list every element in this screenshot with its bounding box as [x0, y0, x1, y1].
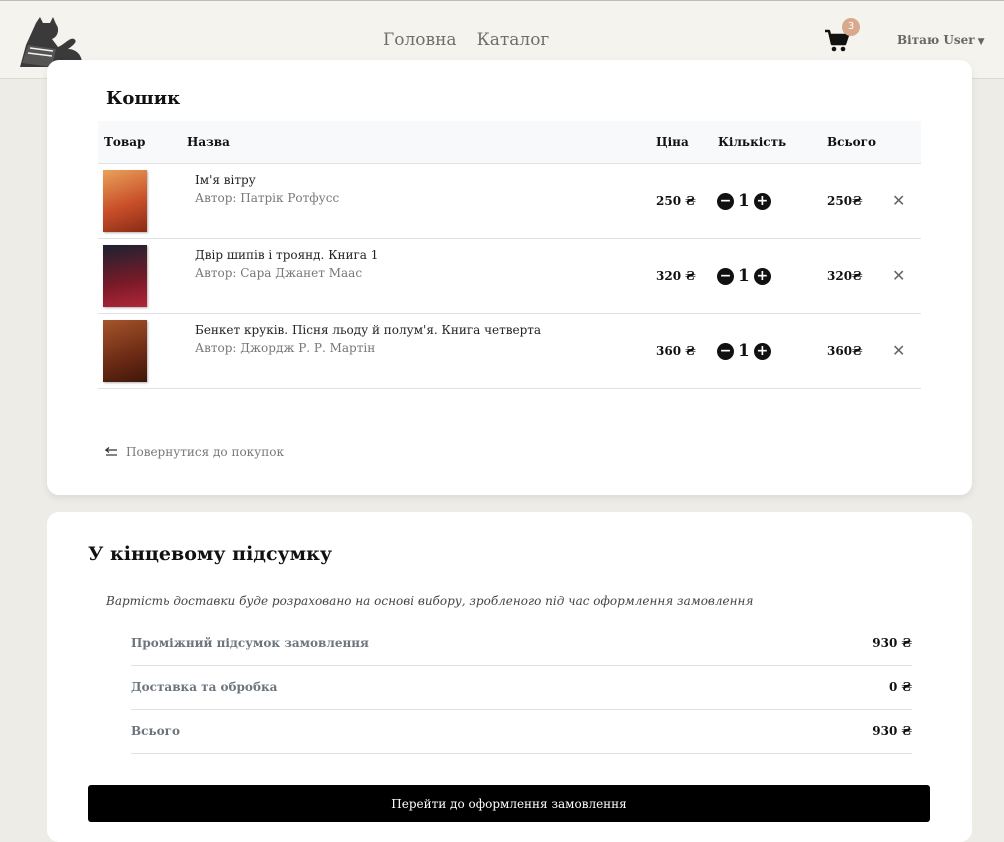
item-price: 320 ₴	[656, 269, 696, 283]
remove-item-icon[interactable]: ✕	[892, 341, 905, 360]
item-title[interactable]: Бенкет круків. Пісня льоду й полум'я. Кн…	[195, 323, 541, 337]
book-cover-image[interactable]	[103, 170, 147, 232]
back-to-shopping-label: Повернутися до покупок	[126, 445, 284, 459]
quantity-value: 1	[738, 341, 750, 361]
order-summary-card: У кінцевому підсумку Вартість доставки б…	[47, 512, 972, 842]
item-price: 360 ₴	[656, 344, 696, 358]
header-price: Ціна	[656, 135, 689, 149]
plus-circle-icon[interactable]: +	[753, 342, 771, 360]
shipping-note: Вартість доставки буде розраховано на ос…	[106, 594, 754, 608]
book-cover-image[interactable]	[103, 245, 147, 307]
cart-row: Двір шипів і троянд. Книга 1 Автор: Сара…	[98, 239, 921, 314]
item-price: 250 ₴	[656, 194, 696, 208]
header-quantity: Кількість	[718, 135, 787, 149]
cart-table-header: Товар Назва Ціна Кількість Всього	[98, 121, 921, 164]
book-cover-image[interactable]	[103, 320, 147, 382]
header-product: Товар	[104, 135, 146, 149]
item-total: 320₴	[827, 269, 863, 283]
subtotal-label: Проміжний підсумок замовлення	[131, 636, 369, 650]
user-greeting: Вітаю User	[897, 33, 975, 47]
arrow-left-icon	[105, 447, 117, 456]
nav-catalog-link[interactable]: Каталог	[477, 30, 550, 50]
nav-home-link[interactable]: Головна	[383, 30, 457, 50]
remove-item-icon[interactable]: ✕	[892, 266, 905, 285]
user-menu-toggle[interactable]: Вітаю User ▼	[897, 33, 985, 47]
back-to-shopping-link[interactable]: Повернутися до покупок	[105, 445, 284, 459]
plus-circle-icon[interactable]: +	[753, 192, 771, 210]
minus-circle-icon[interactable]: −	[717, 267, 734, 285]
item-author: Автор: Сара Джанет Маас	[195, 266, 363, 280]
minus-circle-icon[interactable]: −	[717, 192, 734, 210]
cart-row: Бенкет круків. Пісня льоду й полум'я. Кн…	[98, 314, 921, 389]
item-title[interactable]: Ім'я вітру	[195, 173, 256, 187]
quantity-stepper: − 1 +	[717, 341, 771, 361]
subtotal-value: 930 ₴	[872, 636, 912, 650]
quantity-value: 1	[738, 191, 750, 211]
summary-row-total: Всього 930 ₴	[131, 710, 912, 754]
item-title[interactable]: Двір шипів і троянд. Книга 1	[195, 248, 378, 262]
plus-circle-icon[interactable]: +	[753, 267, 771, 285]
shipping-value: 0 ₴	[888, 680, 912, 694]
checkout-button[interactable]: Перейти до оформлення замовлення	[88, 785, 930, 822]
item-author: Автор: Джордж Р. Р. Мартін	[195, 341, 376, 355]
remove-item-icon[interactable]: ✕	[892, 191, 905, 210]
summary-row-shipping: Доставка та обробка 0 ₴	[131, 666, 912, 710]
minus-circle-icon[interactable]: −	[717, 342, 734, 360]
quantity-value: 1	[738, 266, 750, 286]
main-nav: Головна Каталог	[383, 30, 549, 50]
header-total: Всього	[827, 135, 876, 149]
cart-card: Кошик Товар Назва Ціна Кількість Всього …	[47, 60, 972, 495]
item-author: Автор: Патрік Ротфусс	[195, 191, 340, 205]
shipping-label: Доставка та обробка	[131, 680, 278, 694]
item-total: 360₴	[827, 344, 863, 358]
caret-down-icon: ▼	[977, 37, 985, 47]
quantity-stepper: − 1 +	[717, 266, 771, 286]
quantity-stepper: − 1 +	[717, 191, 771, 211]
header-name: Назва	[187, 135, 230, 149]
total-label: Всього	[131, 724, 180, 738]
cart-title: Кошик	[106, 88, 181, 109]
item-total: 250₴	[827, 194, 863, 208]
summary-row-subtotal: Проміжний підсумок замовлення 930 ₴	[131, 622, 912, 666]
cart-count-badge: 3	[842, 18, 860, 36]
summary-title: У кінцевому підсумку	[88, 543, 333, 565]
total-value: 930 ₴	[872, 724, 912, 738]
cart-row: Ім'я вітру Автор: Патрік Ротфусс 250 ₴ −…	[98, 164, 921, 239]
